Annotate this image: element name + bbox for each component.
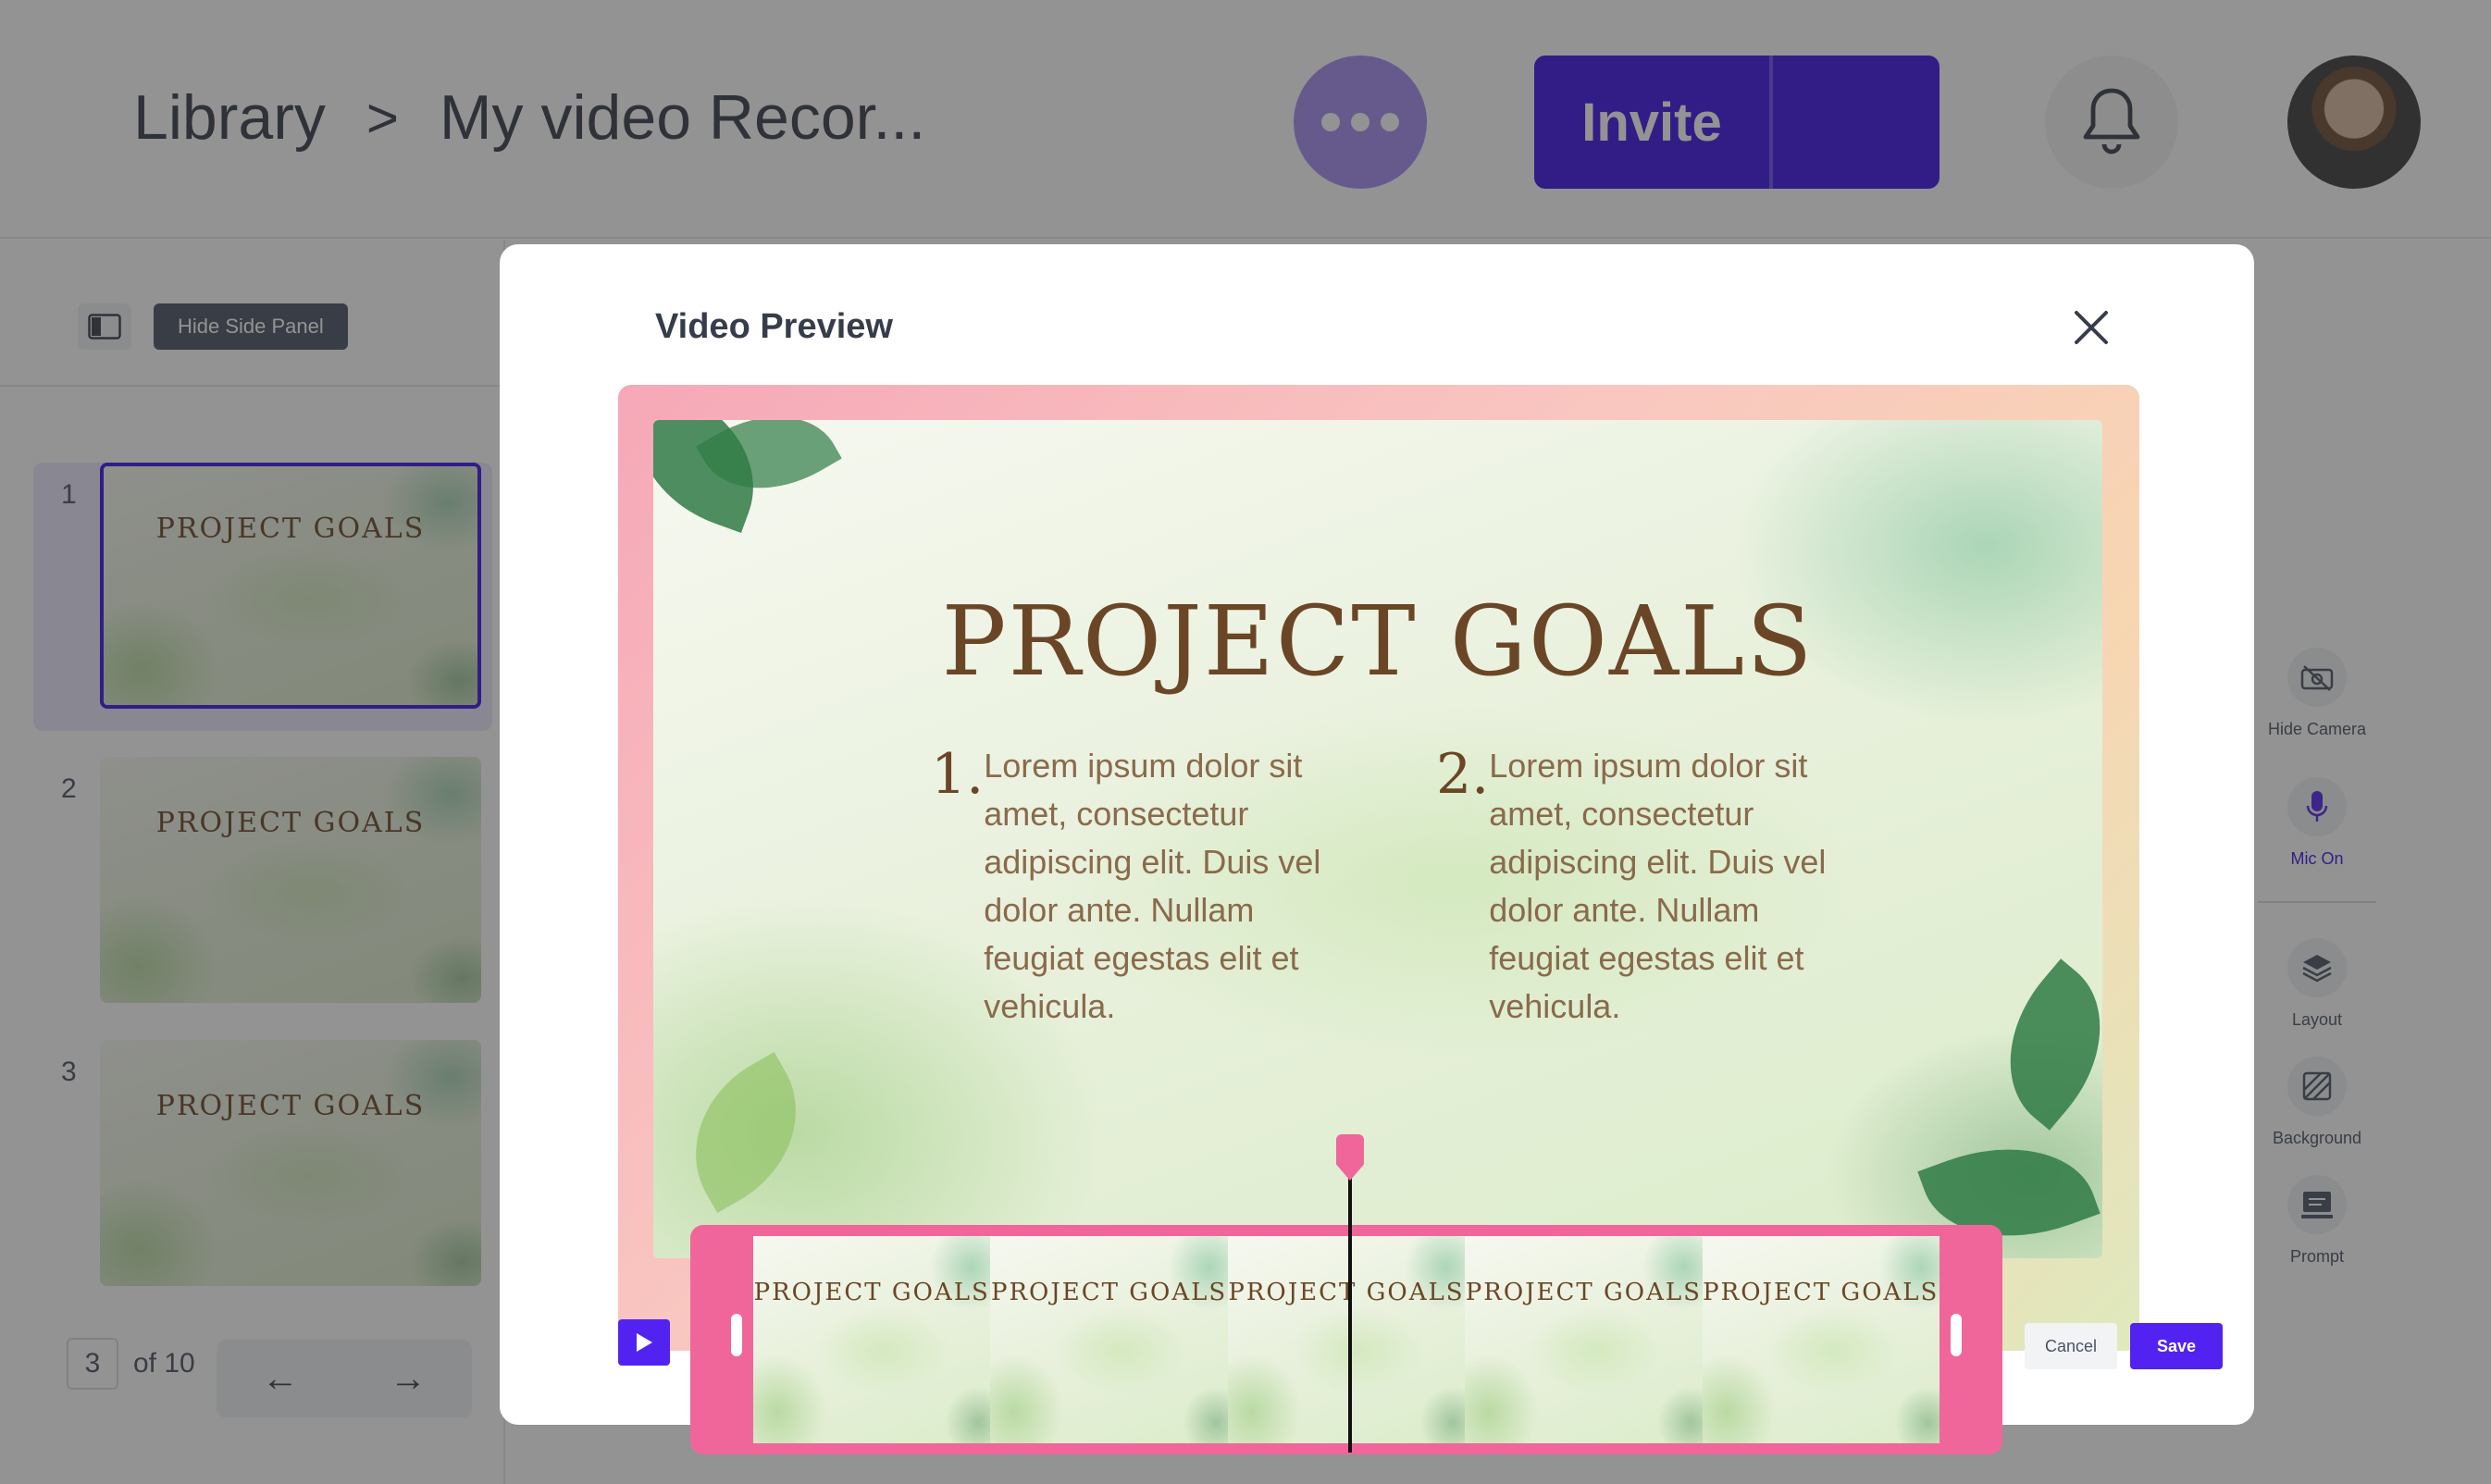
point-text: Lorem ipsum dolor sit amet, consectetur … [1489, 747, 1827, 1025]
frame-title: PROJECT GOALS [1228, 1279, 1465, 1306]
close-icon [2075, 311, 2108, 344]
timeline-frame: PROJECT GOALS [1227, 1236, 1466, 1443]
point-text: Lorem ipsum dolor sit amet, consectetur … [984, 747, 1321, 1025]
playhead-line [1348, 1151, 1352, 1453]
trim-end-handle[interactable] [1951, 1314, 1962, 1356]
save-button[interactable]: Save [2130, 1323, 2223, 1369]
point-number: 2. [1436, 742, 1490, 807]
frame-title: PROJECT GOALS [753, 1279, 990, 1306]
timeline-frame: PROJECT GOALS [990, 1236, 1228, 1443]
point-number: 1. [931, 742, 985, 807]
frame-title: PROJECT GOALS [1703, 1279, 1940, 1306]
frame-title: PROJECT GOALS [990, 1279, 1228, 1306]
slide-title: PROJECT GOALS [941, 585, 1815, 698]
slide-point-1: 1. Lorem ipsum dolor sit amet, consectet… [931, 742, 1338, 1031]
play-button[interactable] [618, 1319, 670, 1366]
video-preview[interactable]: PROJECT GOALS 1. Lorem ipsum dolor sit a… [653, 420, 2102, 1258]
cancel-button[interactable]: Cancel [2025, 1323, 2117, 1369]
trim-start-handle[interactable] [731, 1314, 742, 1356]
frame-title: PROJECT GOALS [1465, 1279, 1702, 1306]
play-icon [637, 1333, 652, 1352]
timeline-frame: PROJECT GOALS [1702, 1236, 1940, 1443]
timeline-frames: PROJECT GOALS PROJECT GOALS PROJECT GOAL… [753, 1236, 1940, 1443]
timeline-frame: PROJECT GOALS [1465, 1236, 1703, 1443]
close-button[interactable] [2065, 302, 2117, 353]
video-timeline[interactable]: PROJECT GOALS PROJECT GOALS PROJECT GOAL… [690, 1225, 2002, 1454]
video-preview-modal: Video Preview PROJECT GOALS 1. Lorem ips… [500, 244, 2254, 1454]
modal-title: Video Preview [655, 307, 893, 346]
timeline-frame: PROJECT GOALS [753, 1236, 991, 1443]
slide-point-2: 2. Lorem ipsum dolor sit amet, consectet… [1436, 742, 1843, 1031]
video-preview-frame: PROJECT GOALS 1. Lorem ipsum dolor sit a… [618, 385, 2139, 1351]
